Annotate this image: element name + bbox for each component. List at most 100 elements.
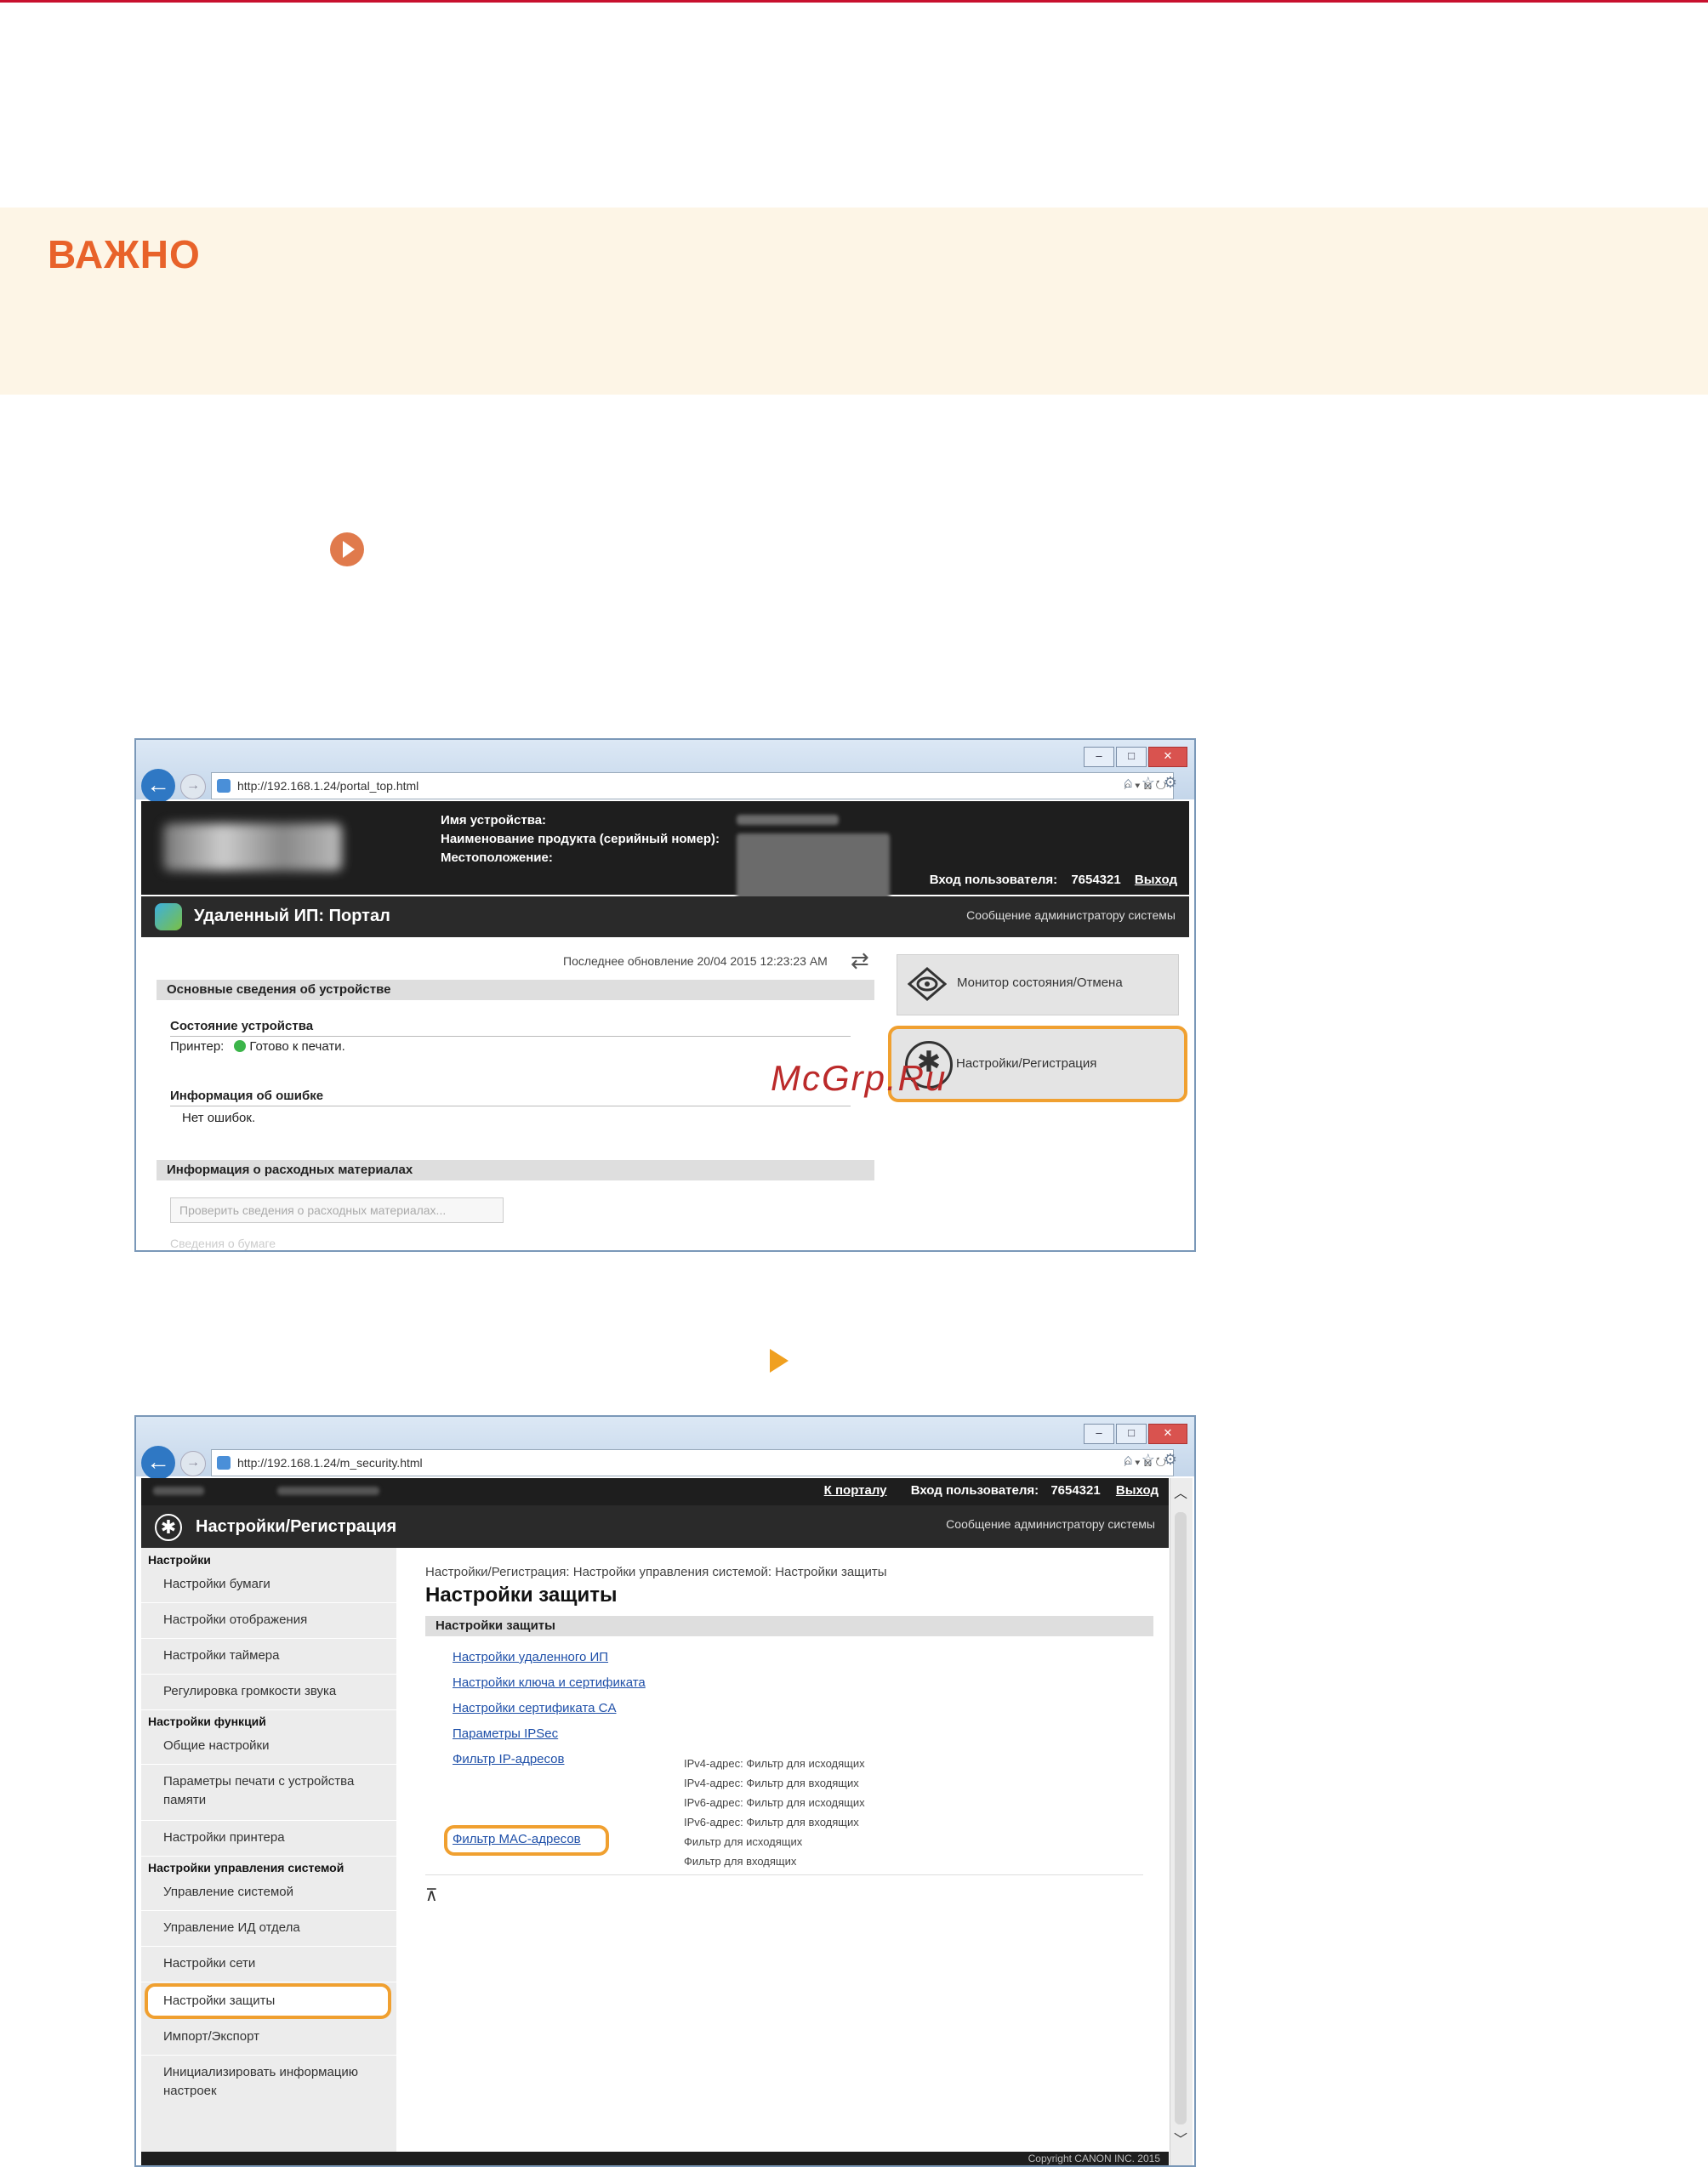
status-monitor-button[interactable]: Монитор состояния/Отмена bbox=[897, 954, 1179, 1015]
forward-arrow-icon[interactable]: → bbox=[180, 1451, 206, 1476]
sidebar-item-initialize[interactable]: Инициализировать информацию настроек bbox=[163, 2063, 376, 2101]
sidebar-item-import-export[interactable]: Импорт/Экспорт bbox=[163, 2028, 259, 2046]
login-id: 7654321 bbox=[1050, 1483, 1101, 1498]
maximize-icon[interactable]: □ bbox=[1116, 1424, 1147, 1444]
last-updated: Последнее обновление 20/04 2015 12:23:23… bbox=[563, 954, 828, 968]
portal-logo-icon bbox=[155, 903, 182, 930]
address-bar[interactable]: http://192.168.1.24/m_security.html ⌕ ▾ … bbox=[211, 1449, 1174, 1476]
scroll-up-icon[interactable]: ︿ bbox=[1172, 1482, 1189, 1502]
address-url: http://192.168.1.24/m_security.html bbox=[237, 1456, 423, 1470]
important-title: ВАЖНО bbox=[48, 232, 201, 276]
mac-filter-note: Фильтр для исходящих bbox=[684, 1835, 803, 1848]
ipsec-link[interactable]: Параметры IPSec bbox=[453, 1726, 558, 1741]
security-main-content: Настройки/Регистрация: Настройки управле… bbox=[396, 1548, 1169, 2165]
ip-filter-note: IPv4-адрес: Фильтр для исходящих bbox=[684, 1757, 865, 1770]
ip-filter-note: IPv6-адрес: Фильтр для входящих bbox=[684, 1816, 859, 1829]
error-info-label: Информация об ошибке bbox=[170, 1089, 324, 1103]
page-favicon-icon bbox=[217, 1456, 231, 1470]
home-star-gear-icons[interactable]: ⌂☆⚙ bbox=[1124, 1451, 1186, 1469]
breadcrumb: Настройки/Регистрация: Настройки управле… bbox=[425, 1565, 887, 1579]
portal-content: Последнее обновление 20/04 2015 12:23:23… bbox=[141, 937, 1189, 1250]
device-name-blurred bbox=[163, 823, 342, 871]
back-arrow-icon[interactable]: ← bbox=[141, 1446, 175, 1480]
forward-arrow-icon[interactable]: → bbox=[180, 774, 206, 799]
browser-window-portal: – □ ✕ ← → http://192.168.1.24/portal_top… bbox=[134, 738, 1196, 1252]
to-portal-link[interactable]: К порталу bbox=[824, 1483, 887, 1498]
printer-label: Принтер: bbox=[170, 1039, 225, 1054]
admin-message-link[interactable]: Сообщение администратору системы bbox=[966, 908, 1176, 922]
sidebar-item-timer[interactable]: Настройки таймера bbox=[163, 1647, 279, 1665]
mac-filter-link[interactable]: Фильтр MAC-адресов bbox=[453, 1832, 581, 1846]
eye-icon bbox=[908, 967, 947, 1001]
gear-icon: ✱ bbox=[155, 1514, 182, 1541]
settings-title-bar: ✱ Настройки/Регистрация Сообщение админи… bbox=[141, 1505, 1169, 1548]
window-titlebar: – □ ✕ ← → http://192.168.1.24/portal_top… bbox=[136, 740, 1194, 803]
close-icon[interactable]: ✕ bbox=[1148, 1424, 1187, 1444]
security-section-header: Настройки защиты bbox=[425, 1616, 1153, 1636]
ip-filter-note: IPv6-адрес: Фильтр для исходящих bbox=[684, 1796, 865, 1809]
scroll-down-icon[interactable]: ﹀ bbox=[1172, 2128, 1189, 2148]
portal-title: Удаленный ИП: Портал bbox=[194, 907, 390, 925]
page-title: Настройки защиты bbox=[425, 1584, 618, 1607]
basic-info-header: Основные сведения об устройстве bbox=[157, 980, 874, 1000]
remote-ui-settings-link[interactable]: Настройки удаленного ИП bbox=[453, 1650, 608, 1664]
location-label: Местоположение: bbox=[441, 850, 553, 865]
minimize-icon[interactable]: – bbox=[1084, 1424, 1114, 1444]
device-header: Имя устройства: Наименование продукта (с… bbox=[141, 801, 1189, 1250]
top-strip-links: К порталу Вход пользователя: 7654321 Вых… bbox=[804, 1483, 1159, 1498]
ip-filter-link[interactable]: Фильтр IP-адресов bbox=[453, 1752, 564, 1766]
logout-link[interactable]: Выход bbox=[1116, 1483, 1159, 1498]
back-arrow-icon[interactable]: ← bbox=[141, 769, 175, 803]
sidebar-item-memory-print[interactable]: Параметры печати с устройства памяти bbox=[163, 1772, 367, 1810]
settings-sidebar: Настройки Настройки бумаги Настройки ото… bbox=[141, 1548, 396, 2165]
key-certificate-link[interactable]: Настройки ключа и сертификата bbox=[453, 1675, 646, 1690]
vertical-scrollbar[interactable]: ︿ ﹀ bbox=[1170, 1478, 1193, 2165]
refresh-icon[interactable]: ⇄ bbox=[851, 947, 869, 974]
settings-title: Настройки/Регистрация bbox=[196, 1517, 397, 1536]
sidebar-item-security[interactable]: Настройки защиты bbox=[163, 1992, 275, 2011]
address-url: http://192.168.1.24/portal_top.html bbox=[237, 779, 419, 793]
window-titlebar: – □ ✕ ← → http://192.168.1.24/m_security… bbox=[136, 1417, 1194, 1480]
login-label: Вход пользователя: bbox=[910, 1483, 1039, 1498]
step-arrow-icon bbox=[770, 1349, 789, 1373]
top-strip: К порталу Вход пользователя: 7654321 Вых… bbox=[141, 1478, 1169, 1505]
back-to-top-icon[interactable]: ⊼ bbox=[425, 1885, 438, 1906]
login-id: 7654321 bbox=[1071, 873, 1121, 887]
check-consumables-button[interactable]: Проверить сведения о расходных материала… bbox=[170, 1197, 504, 1223]
address-bar[interactable]: http://192.168.1.24/portal_top.html ⌕ ▾ … bbox=[211, 772, 1174, 799]
device-status-label: Состояние устройства bbox=[170, 1019, 314, 1033]
sidebar-item-volume[interactable]: Регулировка громкости звука bbox=[163, 1682, 336, 1701]
login-info: Вход пользователя: 7654321 Выход bbox=[919, 873, 1177, 887]
sidebar-item-network[interactable]: Настройки сети bbox=[163, 1954, 255, 1973]
minimize-icon[interactable]: – bbox=[1084, 747, 1114, 767]
page-favicon-icon bbox=[217, 779, 231, 793]
home-star-gear-icons[interactable]: ⌂☆⚙ bbox=[1124, 774, 1186, 792]
sidebar-section-settings: Настройки bbox=[148, 1553, 211, 1567]
sidebar-item-printer[interactable]: Настройки принтера bbox=[163, 1829, 285, 1847]
sidebar-item-general[interactable]: Общие настройки bbox=[163, 1737, 270, 1755]
sidebar-item-system-management[interactable]: Управление системой bbox=[163, 1883, 293, 1902]
paper-info-faded: Сведения о бумаге bbox=[170, 1237, 276, 1250]
login-label: Вход пользователя: bbox=[929, 873, 1058, 887]
ready-status-icon bbox=[234, 1040, 247, 1052]
sidebar-item-paper[interactable]: Настройки бумаги bbox=[163, 1575, 270, 1594]
sidebar-item-dept-id[interactable]: Управление ИД отдела bbox=[163, 1919, 300, 1937]
consumables-header: Информация о расходных материалах bbox=[157, 1160, 874, 1180]
top-rule bbox=[0, 0, 1708, 3]
ca-certificate-link[interactable]: Настройки сертификата CA bbox=[453, 1701, 617, 1715]
sidebar-item-display[interactable]: Настройки отображения bbox=[163, 1611, 307, 1630]
browser-window-security: – □ ✕ ← → http://192.168.1.24/m_security… bbox=[134, 1415, 1196, 2167]
mac-filter-note: Фильтр для входящих bbox=[684, 1855, 797, 1868]
admin-message-link[interactable]: Сообщение администратору системы bbox=[946, 1517, 1155, 1531]
printer-status: Готово к печати. bbox=[249, 1039, 345, 1054]
step-link-arrow-icon[interactable] bbox=[330, 532, 364, 566]
copyright: Copyright CANON INC. 2015 bbox=[1028, 2153, 1160, 2164]
watermark: McGrp.Ru bbox=[771, 1058, 948, 1098]
printer-status-row: Принтер: Готово к печати. bbox=[170, 1039, 345, 1054]
scroll-thumb[interactable] bbox=[1175, 1512, 1187, 2124]
sidebar-section-system: Настройки управления системой bbox=[148, 1861, 344, 1874]
logout-link[interactable]: Выход bbox=[1135, 873, 1177, 887]
status-monitor-label: Монитор состояния/Отмена bbox=[957, 975, 1123, 990]
maximize-icon[interactable]: □ bbox=[1116, 747, 1147, 767]
close-icon[interactable]: ✕ bbox=[1148, 747, 1187, 767]
